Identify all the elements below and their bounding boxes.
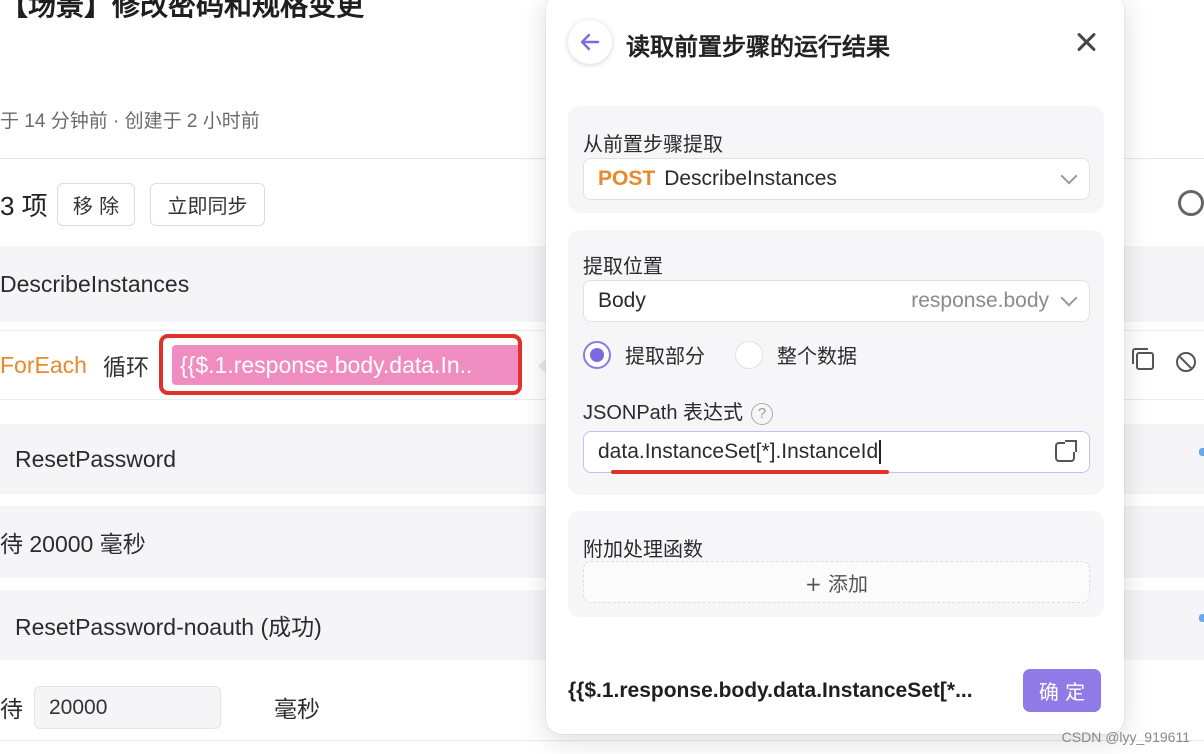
edge-indicator: [1199, 448, 1204, 456]
confirm-button[interactable]: 确 定: [1023, 669, 1101, 712]
step-label: 待 20000 毫秒: [0, 531, 146, 557]
jsonpath-input[interactable]: data.InstanceSet[*].InstanceId: [583, 431, 1090, 473]
location-section: 提取位置 Body response.body 提取部分 整个数据 JSONPa…: [568, 230, 1104, 495]
annotation-red-box: [159, 334, 522, 395]
search-icon[interactable]: [1178, 190, 1204, 216]
location-label: 提取位置: [583, 254, 663, 278]
location-value: Body: [598, 289, 646, 312]
arrow-left-icon: [580, 33, 600, 51]
process-section: 附加处理函数 + 添加: [568, 511, 1104, 617]
jsonpath-label-row: JSONPath 表达式?: [583, 396, 774, 425]
result-expression: {{$.1.response.body.data.InstanceSet[*..…: [568, 679, 973, 702]
page-meta: 于 14 分钟前 · 创建于 2 小时前: [0, 111, 260, 132]
selected-count: 3 项: [0, 191, 48, 221]
help-icon[interactable]: ?: [751, 402, 774, 425]
add-function-button[interactable]: + 添加: [583, 561, 1090, 603]
extract-mode-radios: 提取部分 整个数据: [583, 340, 857, 369]
panel-title: 读取前置步骤的运行结果: [626, 33, 890, 61]
radio-label: 整个数据: [777, 344, 857, 368]
step-label: ResetPassword-noauth (成功): [15, 614, 322, 640]
remove-button[interactable]: 移 除: [57, 183, 135, 226]
copy-icon[interactable]: [1132, 348, 1154, 370]
read-result-panel: 读取前置步骤的运行结果 从前置步骤提取 POST DescribeInstanc…: [546, 0, 1124, 734]
location-hint: response.body: [911, 289, 1049, 312]
source-step-name: DescribeInstances: [664, 167, 837, 190]
wait-unit: 毫秒: [274, 696, 320, 722]
foreach-keyword: ForEach: [0, 351, 87, 378]
location-select[interactable]: Body response.body: [583, 280, 1090, 322]
source-section: 从前置步骤提取 POST DescribeInstances: [568, 106, 1104, 213]
chevron-down-icon: [1060, 289, 1078, 307]
step-label: ResetPassword: [15, 445, 177, 472]
wait-prefix: 待: [0, 696, 23, 722]
jsonpath-label: JSONPath 表达式: [583, 402, 744, 424]
chevron-down-icon: [1060, 167, 1078, 185]
watermark: CSDN @lyy_919611: [1061, 729, 1190, 745]
annotation-red-underline: [611, 470, 889, 474]
back-button[interactable]: [568, 20, 612, 64]
source-step-select[interactable]: POST DescribeInstances: [583, 158, 1090, 200]
http-method: POST: [598, 167, 656, 190]
page-title: 【场景】修改密码和规格变更: [0, 0, 365, 21]
divider: [0, 740, 1204, 741]
disable-icon[interactable]: [1176, 352, 1196, 372]
close-icon[interactable]: [1072, 28, 1100, 56]
step-label: DescribeInstances: [0, 270, 190, 297]
text-caret: [879, 440, 881, 464]
jsonpath-value: data.InstanceSet[*].InstanceId: [598, 440, 879, 463]
row-actions: [1132, 348, 1196, 372]
foreach-loop-label: 循环: [102, 354, 149, 380]
process-label: 附加处理函数: [583, 537, 703, 561]
wait-ms-input[interactable]: 20000: [34, 686, 221, 729]
radio-label: 提取部分: [625, 344, 705, 368]
open-external-icon[interactable]: [1055, 440, 1077, 462]
source-label: 从前置步骤提取: [583, 132, 723, 156]
sync-now-button[interactable]: 立即同步: [150, 183, 265, 226]
radio-whole-data[interactable]: [735, 340, 763, 369]
edge-indicator: [1199, 614, 1204, 622]
radio-extract-part[interactable]: [583, 340, 611, 369]
